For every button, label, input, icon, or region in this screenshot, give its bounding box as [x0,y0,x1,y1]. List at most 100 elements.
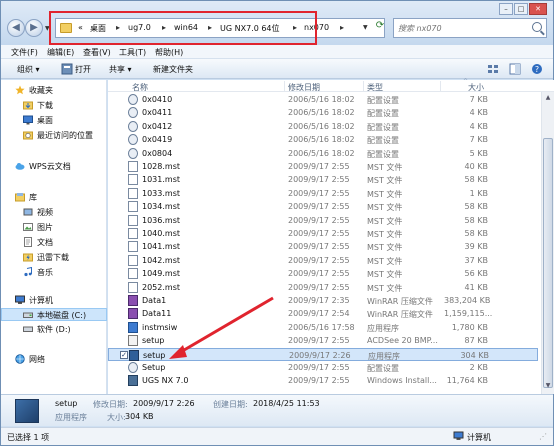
nav-thunder[interactable]: 迅雷下载 [1,251,107,264]
nav-network[interactable]: 网络 [1,353,107,366]
share-button[interactable]: 共享 ▾ [109,64,132,75]
file-row[interactable]: 2052.mst 2009/9/17 2:55 MST 文件 41 KB [108,281,538,294]
scroll-thumb[interactable] [543,138,553,388]
address-dropdown-icon[interactable]: ▼ [363,24,368,31]
nav-soft-d[interactable]: 软件 (D:) [1,323,107,336]
search-icon[interactable] [532,22,542,32]
file-row[interactable]: 1036.mst 2009/9/17 2:55 MST 文件 58 KB [108,214,538,227]
file-row[interactable]: 1033.mst 2009/9/17 2:55 MST 文件 1 KB [108,187,538,200]
image-icon [128,335,138,347]
file-row[interactable]: Data11 2009/9/17 2:54 WinRAR 压缩文件 1,159,115… [108,307,538,320]
file-row[interactable]: 1028.mst 2009/9/17 2:55 MST 文件 40 KB [108,160,538,173]
vertical-scrollbar[interactable]: ▲ ▼ [541,92,554,394]
file-date: 2009/9/17 2:55 [288,215,350,225]
file-row[interactable]: 1040.mst 2009/9/17 2:55 MST 文件 58 KB [108,227,538,240]
menu-edit[interactable]: 编辑(E) [47,47,74,58]
column-divider[interactable] [363,81,364,91]
nav-thunder-label: 迅雷下载 [37,253,69,262]
file-row[interactable]: 0x0411 2006/5/16 18:02 配置设置 4 KB [108,106,538,119]
nav-desktop[interactable]: 桌面 [1,114,107,127]
file-row[interactable]: ✓ setup 2009/9/17 2:26 应用程序 304 KB [108,347,538,361]
minimize-button[interactable]: – [499,3,513,15]
nav-videos[interactable]: 视频 [1,206,107,219]
checkbox-checked-icon[interactable]: ✓ [120,350,128,359]
forward-button[interactable]: ▶ [25,19,43,37]
nav-wps[interactable]: WPS云文档 [1,160,107,173]
document-icon [128,241,138,253]
address-bar[interactable]: « 桌面 ▸ ug7.0 ▸ win64 ▸ UG NX7.0 64位 ▸ nx… [55,18,385,38]
nav-music[interactable]: 音乐 [1,266,107,279]
file-size: 56 KB [464,269,488,279]
column-date[interactable]: 修改日期 [288,82,320,93]
breadcrumb-win64[interactable]: win64 [174,23,198,32]
nav-favorites[interactable]: 收藏夹 [1,84,107,97]
file-name: 0x0410 [142,95,173,104]
nav-libraries[interactable]: 库 [1,191,107,204]
chevron-right-icon[interactable]: ▸ [208,23,212,32]
file-row[interactable]: UGS NX 7.0 2009/9/17 2:55 Windows Install.… [108,374,538,387]
file-type: Windows Install... [367,376,437,386]
refresh-icon[interactable]: ⟳ [373,20,387,36]
file-row[interactable]: 1041.mst 2009/9/17 2:55 MST 文件 39 KB [108,240,538,253]
search-box[interactable] [393,18,547,38]
file-row[interactable]: Data1 2009/9/17 2:35 WinRAR 压缩文件 383,204 KB [108,294,538,307]
view-options-icon[interactable] [487,63,499,75]
chevron-right-icon[interactable]: ▸ [162,23,166,32]
nav-pictures[interactable]: 图片 [1,221,107,234]
file-row[interactable]: Setup 2009/9/17 2:55 配置设置 2 KB [108,361,538,374]
column-divider[interactable] [440,81,441,91]
nav-local-c[interactable]: 本地磁盘 (C:) [1,308,107,321]
file-row[interactable]: instmsiw 2006/5/16 17:58 应用程序 1,780 KB [108,321,538,334]
file-row[interactable]: 0x0419 2006/5/16 18:02 配置设置 7 KB [108,133,538,146]
column-size[interactable]: 大小 [468,82,484,93]
breadcrumb-ug7[interactable]: ug7.0 [128,23,151,32]
file-date: 2009/9/17 2:55 [288,242,350,252]
open-button[interactable]: 打开 [75,64,91,75]
close-button[interactable]: ✕ [529,3,547,15]
column-type[interactable]: 类型 [367,82,383,93]
resize-grip-icon[interactable]: ⋰ [539,432,547,441]
breadcrumb-nx070[interactable]: nx070 [304,23,329,32]
address-overflow[interactable]: « [78,23,83,32]
file-date: 2006/5/16 18:02 [288,95,355,104]
file-row[interactable]: 0x0804 2006/5/16 18:02 配置设置 5 KB [108,147,538,160]
column-divider[interactable] [284,81,285,91]
maximize-button[interactable]: □ [514,3,528,15]
breadcrumb-desktop[interactable]: 桌面 [90,23,106,34]
nav-recent[interactable]: 最近访问的位置 [1,129,107,142]
scroll-up-icon[interactable]: ▲ [543,94,553,104]
history-dropdown-icon[interactable]: ▼ [45,25,50,32]
nav-videos-label: 视频 [37,208,53,217]
search-input[interactable] [398,21,528,35]
config-icon [128,147,138,159]
menu-help[interactable]: 帮助(H) [155,47,183,58]
preview-pane-icon[interactable] [509,63,521,75]
file-size: 58 KB [464,202,488,212]
breadcrumb-ugnx[interactable]: UG NX7.0 64位 [220,23,280,34]
file-row[interactable]: 0x0412 2006/5/16 18:02 配置设置 4 KB [108,120,538,133]
config-icon [128,107,138,119]
file-row[interactable]: 1031.mst 2009/9/17 2:55 MST 文件 58 KB [108,173,538,186]
file-type: MST 文件 [367,189,403,199]
file-row[interactable]: 1042.mst 2009/9/17 2:55 MST 文件 37 KB [108,254,538,267]
menu-file[interactable]: 文件(F) [11,47,38,58]
file-row[interactable]: 1034.mst 2009/9/17 2:55 MST 文件 58 KB [108,200,538,213]
file-row[interactable]: setup 2009/9/17 2:55 ACDSee 20 BMP... 87 KB [108,334,538,347]
file-row[interactable]: 0x0410 2006/5/16 18:02 配置设置 7 KB [108,93,538,106]
menu-tools[interactable]: 工具(T) [119,47,146,58]
file-size: 37 KB [464,255,488,265]
nav-computer[interactable]: 计算机 [1,294,107,307]
chevron-right-icon[interactable]: ▸ [340,23,344,32]
chevron-right-icon[interactable]: ▸ [116,23,120,32]
organize-button[interactable]: 组织 ▾ [17,64,40,75]
back-button[interactable]: ◀ [7,19,25,37]
nav-downloads[interactable]: 下载 [1,99,107,112]
nav-documents[interactable]: 文档 [1,236,107,249]
file-row[interactable]: 1049.mst 2009/9/17 2:55 MST 文件 56 KB [108,267,538,280]
new-folder-button[interactable]: 新建文件夹 [153,64,193,75]
help-icon[interactable]: ? [531,63,543,75]
column-name[interactable]: 名称 [132,82,148,93]
menu-view[interactable]: 查看(V) [83,47,111,58]
scroll-down-icon[interactable]: ▼ [543,382,553,392]
chevron-right-icon[interactable]: ▸ [293,23,297,32]
